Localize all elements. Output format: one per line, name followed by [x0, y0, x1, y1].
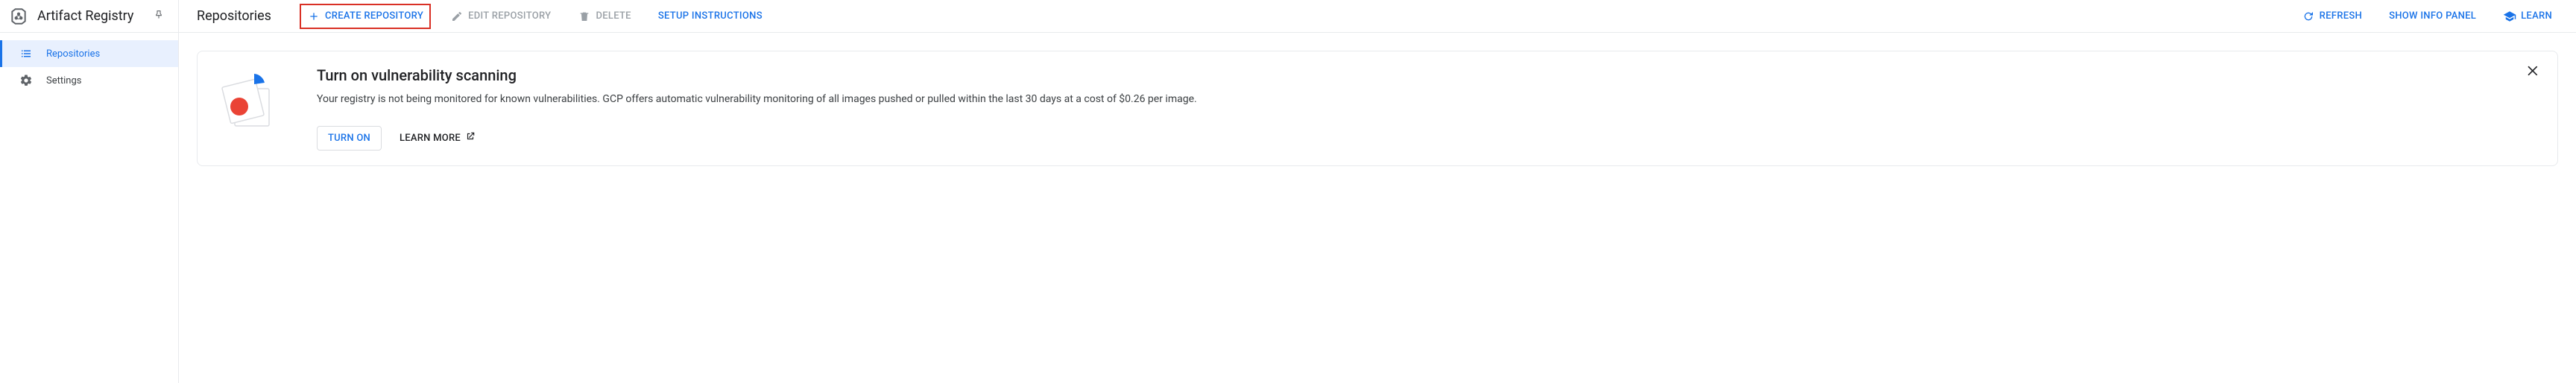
main-content: Repositories CREATE REPOSITORY EDIT REPO… [179, 0, 2576, 383]
edit-repository-button[interactable]: EDIT REPOSITORY [444, 5, 557, 28]
sidebar-item-label: Settings [46, 75, 81, 86]
gear-icon [19, 74, 33, 87]
pencil-icon [450, 10, 464, 23]
close-banner-button[interactable] [2523, 62, 2544, 83]
setup-instructions-button[interactable]: SETUP INSTRUCTIONS [652, 6, 768, 26]
refresh-icon [2302, 10, 2315, 23]
sidebar-item-settings[interactable]: Settings [0, 67, 178, 94]
sidebar-nav: Repositories Settings [0, 33, 178, 94]
trash-icon [578, 10, 591, 23]
turn-on-button[interactable]: TURN ON [317, 126, 382, 151]
product-header: Artifact Registry [0, 0, 178, 33]
button-label: LEARN [2521, 10, 2552, 22]
button-label: TURN ON [328, 133, 370, 144]
product-title: Artifact Registry [37, 8, 139, 24]
banner-title: Turn on vulnerability scanning [317, 66, 2539, 84]
sidebar-item-label: Repositories [46, 48, 100, 60]
delete-button[interactable]: DELETE [572, 5, 637, 28]
banner-actions: TURN ON LEARN MORE [317, 125, 2539, 151]
button-label: REFRESH [2320, 10, 2362, 22]
sidebar: Artifact Registry Repositories Settings [0, 0, 179, 383]
button-label: EDIT REPOSITORY [468, 10, 551, 22]
vulnerability-illustration-icon [221, 69, 281, 133]
create-repository-button[interactable]: CREATE REPOSITORY [301, 5, 429, 28]
close-icon [2526, 63, 2541, 81]
banner-body: Turn on vulnerability scanning Your regi… [317, 66, 2539, 151]
show-info-panel-button[interactable]: SHOW INFO PANEL [2383, 6, 2482, 26]
sidebar-item-repositories[interactable]: Repositories [0, 40, 178, 67]
learn-button[interactable]: LEARN [2497, 5, 2558, 28]
page-title: Repositories [197, 8, 271, 24]
pin-icon [153, 9, 165, 24]
button-label: SETUP INSTRUCTIONS [658, 10, 763, 22]
refresh-button[interactable]: REFRESH [2296, 5, 2368, 28]
list-icon [19, 47, 33, 60]
vulnerability-scanning-banner: Turn on vulnerability scanning Your regi… [197, 51, 2558, 166]
external-link-icon [465, 131, 476, 145]
button-label: CREATE REPOSITORY [325, 10, 423, 22]
learn-more-button[interactable]: LEARN MORE [394, 125, 482, 151]
button-label: SHOW INFO PANEL [2389, 10, 2476, 22]
plus-icon [307, 10, 321, 23]
content-area: Turn on vulnerability scanning Your regi… [179, 33, 2576, 184]
button-label: DELETE [596, 10, 631, 22]
graduation-cap-icon [2503, 10, 2516, 23]
artifact-registry-logo-icon [9, 7, 28, 26]
banner-description: Your registry is not being monitored for… [317, 92, 2539, 107]
action-bar: Repositories CREATE REPOSITORY EDIT REPO… [179, 0, 2576, 33]
pin-button[interactable] [148, 6, 169, 27]
button-label: LEARN MORE [400, 133, 461, 144]
